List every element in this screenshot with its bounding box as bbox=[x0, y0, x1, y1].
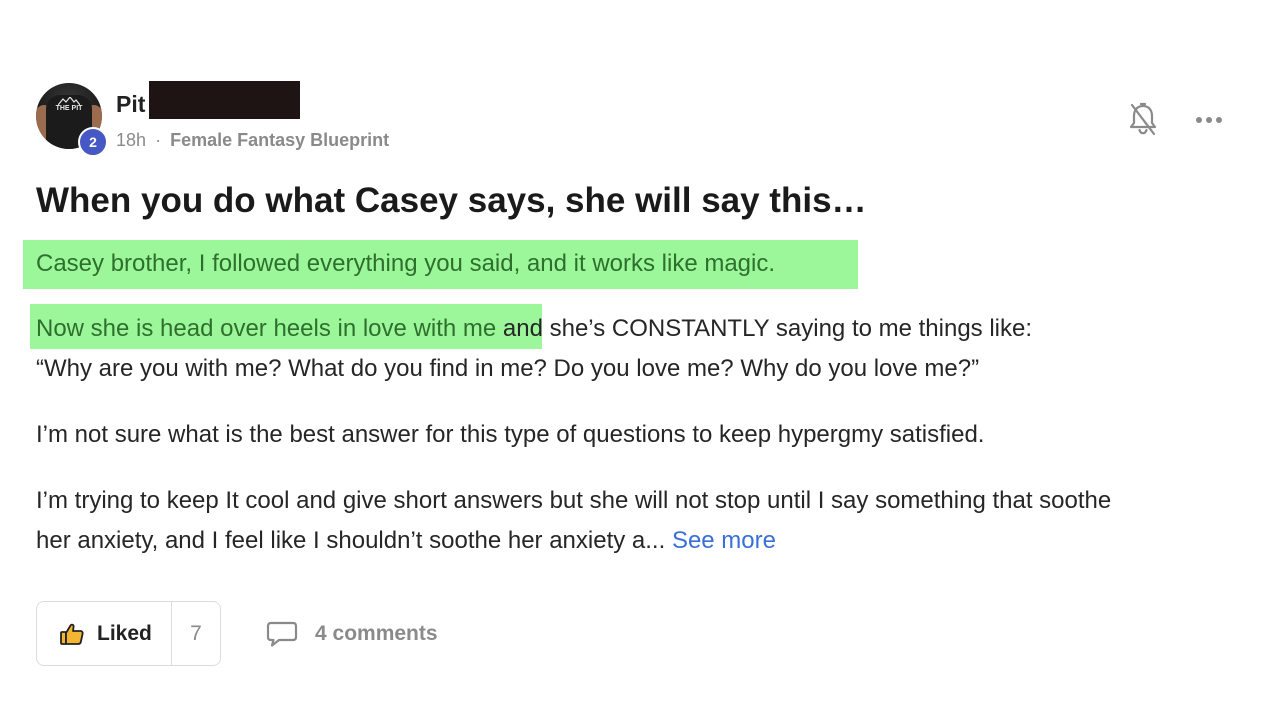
body-paragraph-4-line-2: her anxiety, and I feel like I shouldn’t… bbox=[36, 521, 776, 561]
post-card: THE PIT 2 Pit 18h · Female Fantasy Bluep… bbox=[0, 0, 1280, 720]
comments-button[interactable]: 4 comments bbox=[265, 617, 438, 651]
like-label: Liked bbox=[97, 621, 152, 645]
paragraph-4-truncated-text: her anxiety, and I feel like I shouldn’t… bbox=[36, 527, 666, 554]
post-title[interactable]: When you do what Casey says, she will sa… bbox=[36, 178, 867, 224]
author-name[interactable]: Pit bbox=[116, 89, 145, 119]
like-button[interactable]: Liked bbox=[37, 602, 172, 665]
meta-separator: · bbox=[155, 130, 162, 150]
comments-label: 4 comments bbox=[315, 622, 438, 645]
body-paragraph-3: I’m not sure what is the best answer for… bbox=[36, 421, 985, 448]
thumbs-up-icon bbox=[60, 623, 84, 645]
author-avatar[interactable]: THE PIT 2 bbox=[36, 83, 108, 157]
like-control: Liked 7 bbox=[36, 601, 221, 666]
body-paragraph-1: Casey brother, I followed everything you… bbox=[36, 250, 776, 277]
paragraph-2-rest: and she’s CONSTANTLY saying to me things… bbox=[496, 315, 1033, 342]
more-options-button[interactable] bbox=[1190, 106, 1228, 134]
avatar-logo: THE PIT bbox=[54, 97, 84, 117]
body-paragraph-2-line-1: Now she is head over heels in love with … bbox=[36, 309, 1032, 349]
highlighted-phrase: Now she is head over heels in love with … bbox=[36, 315, 497, 342]
body-paragraph-4-line-1: I’m trying to keep It cool and give shor… bbox=[36, 487, 1112, 514]
level-badge: 2 bbox=[78, 127, 108, 157]
more-horizontal-icon bbox=[1196, 117, 1222, 123]
see-more-link[interactable]: See more bbox=[672, 527, 776, 554]
post-category[interactable]: Female Fantasy Blueprint bbox=[170, 130, 389, 150]
name-redaction bbox=[149, 81, 300, 119]
bell-off-icon bbox=[1129, 102, 1157, 136]
post-time: 18h bbox=[116, 130, 147, 150]
body-paragraph-2-line-2: “Why are you with me? What do you find i… bbox=[36, 355, 980, 382]
comment-icon bbox=[266, 621, 298, 647]
like-count[interactable]: 7 bbox=[172, 602, 220, 665]
notification-toggle-button[interactable] bbox=[1126, 101, 1160, 137]
post-meta: 18h · Female Fantasy Blueprint bbox=[116, 128, 389, 152]
